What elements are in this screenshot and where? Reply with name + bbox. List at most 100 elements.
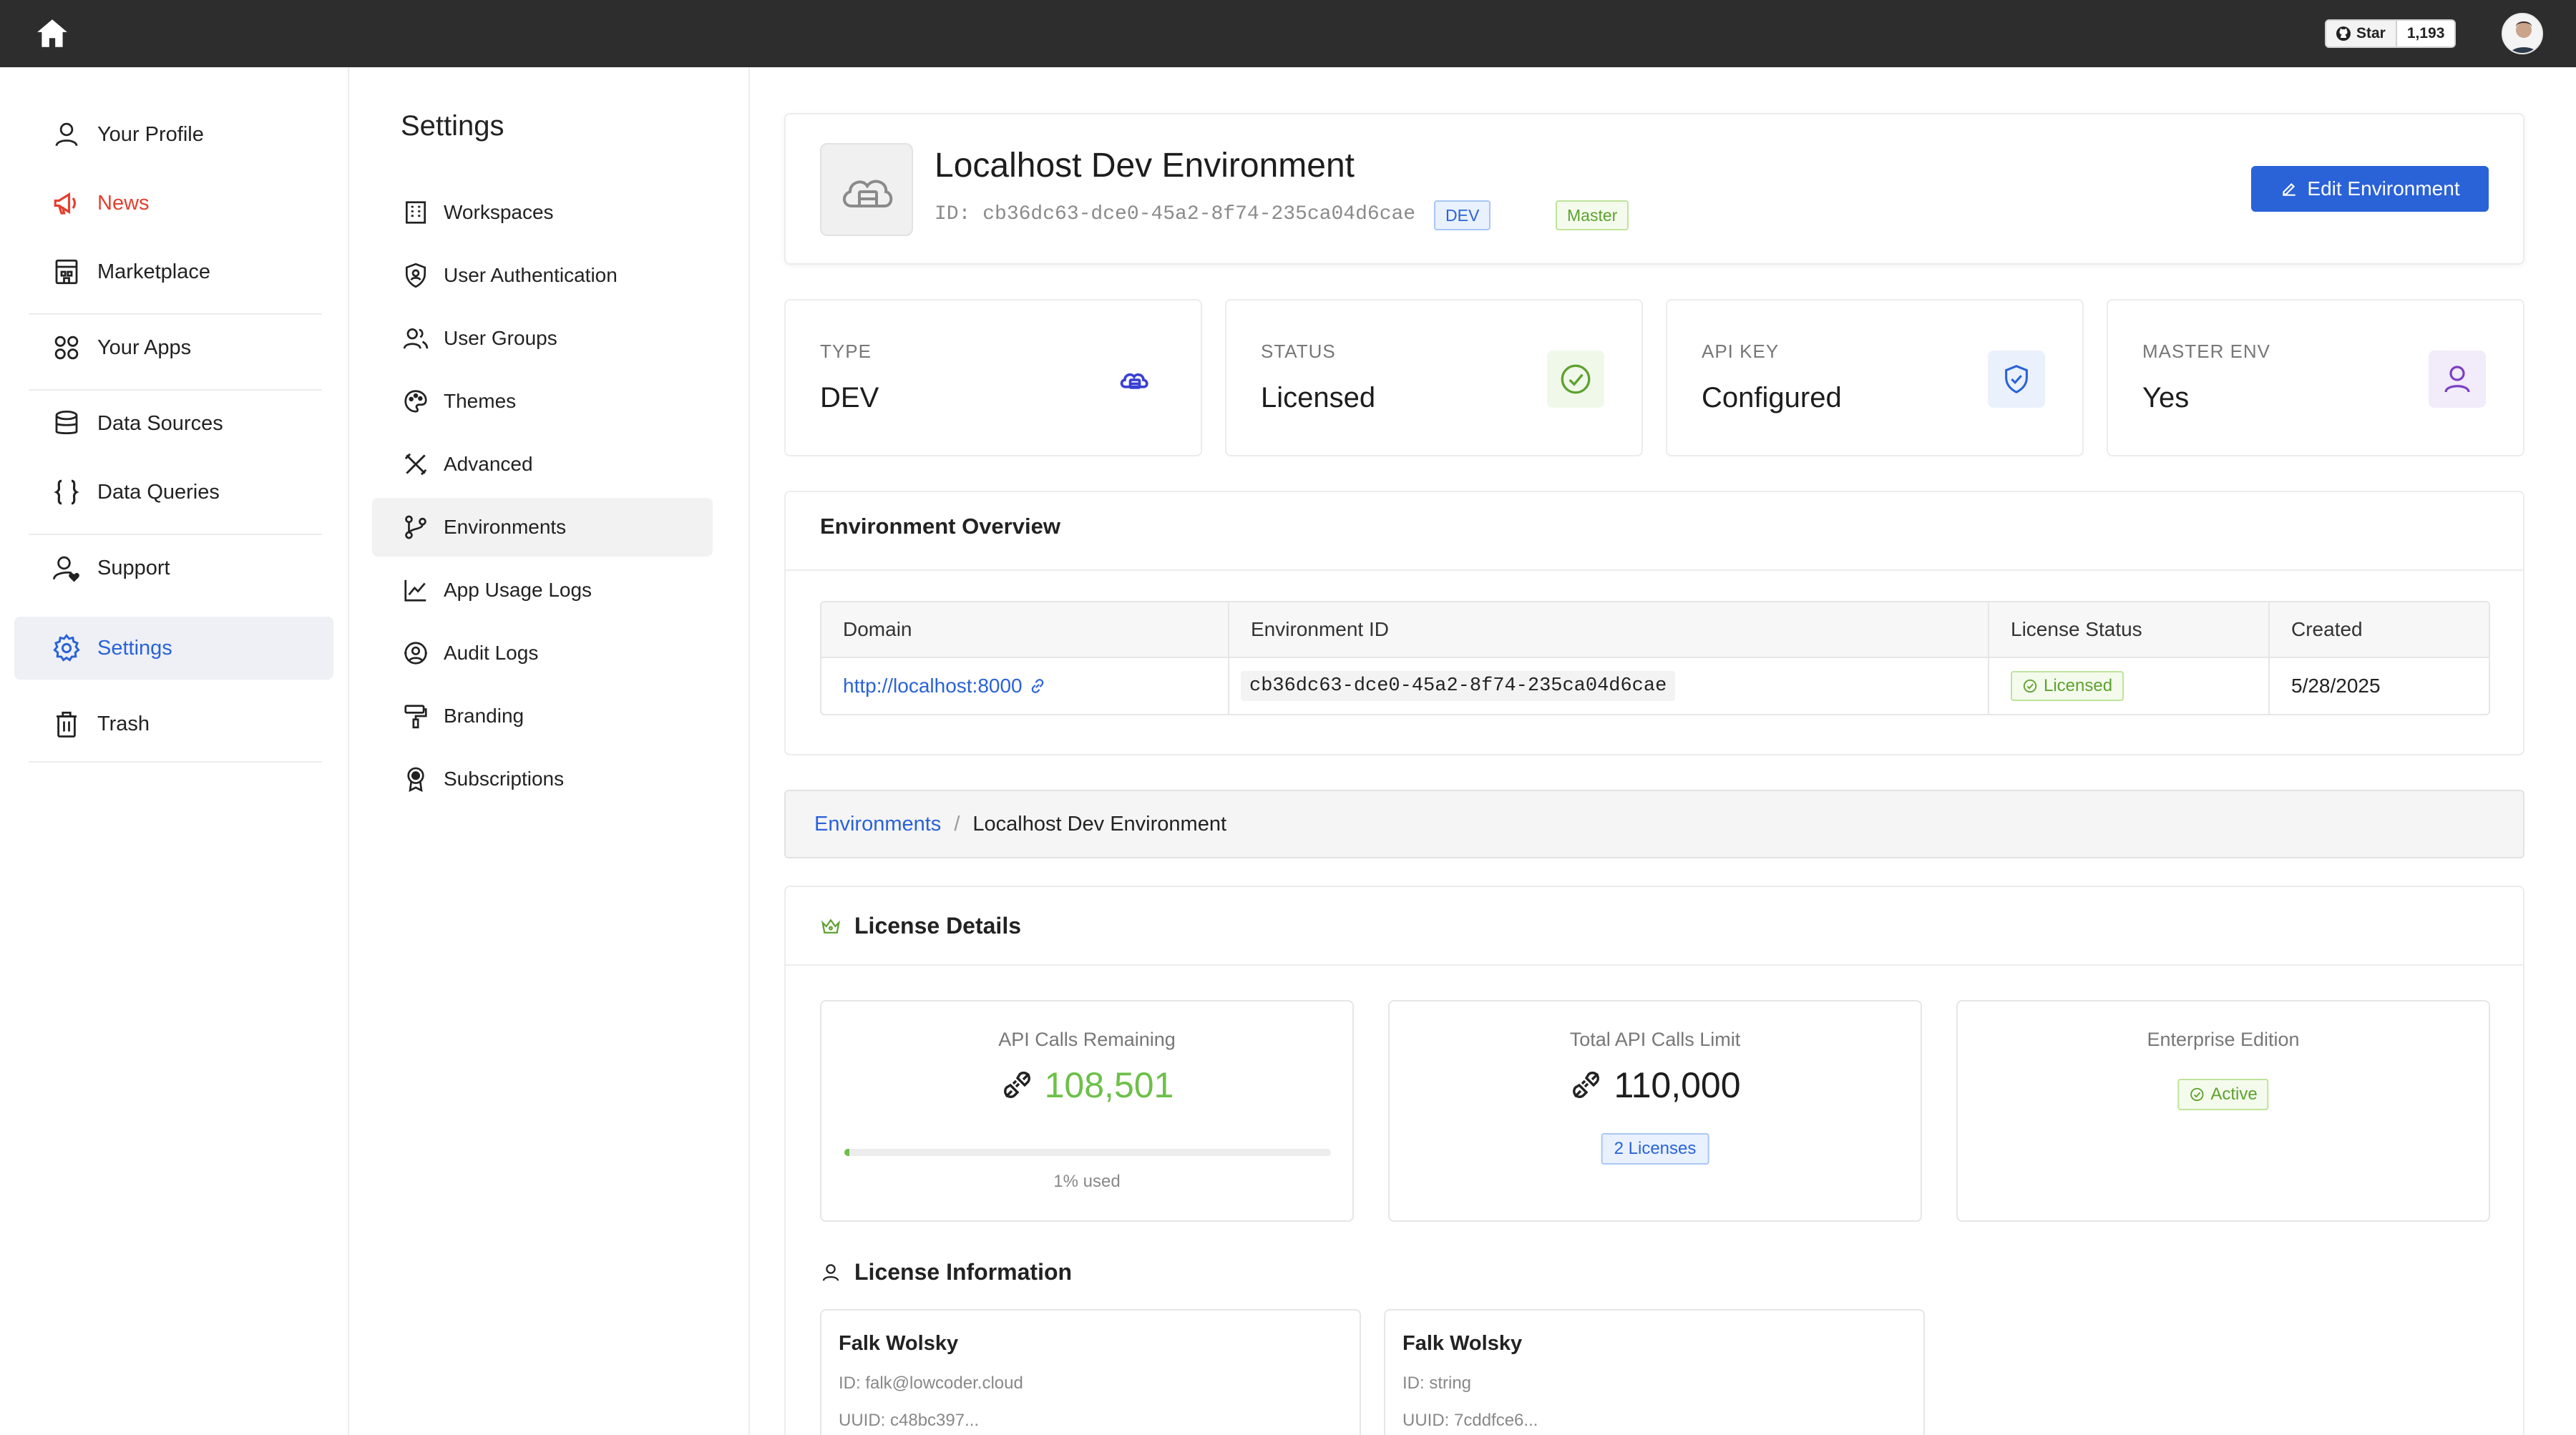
stat-label: MASTER ENV [2142,341,2271,362]
stat-value: Yes [2142,382,2190,413]
settings-item-audit-logs[interactable]: Audit Logs [372,624,713,682]
avatar[interactable] [2502,13,2543,54]
sidebar-item-news[interactable]: News [14,172,333,235]
branch-icon [402,514,429,541]
license-information-header: License Information [820,1259,1072,1285]
sidebar-item-data-queries[interactable]: Data Queries [14,461,333,524]
settings-nav: Settings Workspaces User Authentication … [349,67,750,1435]
divider [786,569,2523,571]
created-cell: 5/28/2025 [2291,675,2381,697]
tools-icon [402,451,429,478]
sidebar-item-label: Trash [97,712,150,735]
breadcrumb-parent-link[interactable]: Environments [814,813,941,836]
check-circle-icon [2022,678,2038,694]
settings-item-label: Environments [444,516,567,538]
settings-item-label: User Authentication [444,264,618,286]
gear-icon [52,633,82,663]
megaphone-icon [52,188,82,218]
github-star-button[interactable]: Star 1,193 [2325,19,2457,48]
kpi-label: Total API Calls Limit [1569,1029,1741,1050]
stat-card-api-key: API KEY Configured [1666,299,2084,456]
database-icon [52,408,82,439]
cloud-server-icon [820,143,913,236]
kpi-label: Enterprise Edition [2147,1029,2300,1050]
github-star-count: 1,193 [2406,25,2445,41]
divider [786,964,2523,966]
kpi-total-api-calls: Total API Calls Limit 110,000 2 Licenses [1388,1000,1922,1222]
settings-item-workspaces[interactable]: Workspaces [372,183,713,242]
license-details-card: License Details API Calls Remaining 108,… [784,886,2524,1435]
license-holder-name: Falk Wolsky [839,1332,959,1355]
store-icon [52,257,82,287]
check-circle-icon [1547,351,1604,408]
license-holder-name: Falk Wolsky [1402,1332,1523,1355]
main-sidebar: Your Profile News Marketplace Your Apps … [0,67,349,1435]
license-status-badge: Licensed [2011,671,2124,701]
audit-icon [402,640,429,667]
sidebar-item-label: Your Apps [97,336,192,359]
edit-environment-label: Edit Environment [2307,177,2460,200]
table-row: http://localhost:8000 cb36dc63-dce0-45a2… [821,658,2489,714]
sidebar-item-label: Data Sources [97,411,223,435]
sidebar-item-your-profile[interactable]: Your Profile [14,103,333,166]
edit-icon [2280,180,2298,198]
license-holder-uuid: UUID: 7cddfce6... [1402,1411,1538,1430]
settings-item-themes[interactable]: Themes [372,372,713,431]
settings-item-label: User Groups [444,327,557,349]
master-tag: Master [1556,200,1629,230]
kpi-value: 110,000 [1390,1064,1921,1106]
sidebar-item-marketplace[interactable]: Marketplace [14,240,333,303]
column-header: Created [2291,618,2363,640]
license-details-header: License Details [820,913,1021,939]
table-header-row: Domain Environment ID License Status Cre… [821,602,2489,658]
environment-title: Localhost Dev Environment [935,147,1355,185]
github-star-label: Star [2356,25,2386,41]
link-icon [1028,677,1047,695]
license-status-text: Licensed [2044,676,2113,695]
api-usage-text: 1% used [1053,1172,1121,1191]
sidebar-item-settings[interactable]: Settings [14,617,333,680]
settings-item-label: Themes [444,390,517,412]
award-icon [402,765,429,793]
sidebar-item-label: Data Queries [97,480,220,504]
support-user-icon [52,553,82,583]
kpi-label: API Calls Remaining [998,1029,1176,1050]
home-icon[interactable] [34,16,70,52]
settings-item-user-groups[interactable]: User Groups [372,309,713,368]
settings-item-advanced[interactable]: Advanced [372,435,713,494]
edit-environment-button[interactable]: Edit Environment [2251,166,2489,212]
stat-value: DEV [820,382,879,413]
license-details-title: License Details [854,913,1021,939]
paint-roller-icon [402,702,429,730]
license-holder-card: Falk Wolsky ID: string UUID: 7cddfce6... [1384,1309,1925,1435]
check-circle-icon [2189,1087,2205,1102]
stat-label: API KEY [1702,341,1780,362]
settings-item-environments[interactable]: Environments [372,498,713,557]
settings-item-label: App Usage Logs [444,579,592,601]
licenses-count-badge: 2 Licenses [1601,1133,1709,1165]
stat-card-type: TYPE DEV [784,299,1202,456]
api-plug-icon [1569,1068,1604,1102]
trash-icon [52,709,82,739]
license-holder-uuid: UUID: c48bc397... [839,1411,980,1430]
settings-item-user-authentication[interactable]: User Authentication [372,246,713,305]
sidebar-item-label: Marketplace [97,260,210,283]
enterprise-status-badge: Active [2177,1079,2269,1110]
sidebar-item-trash[interactable]: Trash [14,692,333,755]
sidebar-item-data-sources[interactable]: Data Sources [14,392,333,455]
settings-item-branding[interactable]: Branding [372,687,713,745]
license-holder-id: ID: falk@lowcoder.cloud [839,1373,1023,1393]
stat-value: Configured [1702,382,1842,413]
main-content: Localhost Dev Environment ID: cb36dc63-d… [750,67,2576,1435]
domain-link[interactable]: http://localhost:8000 [843,675,1023,697]
cloud-server-icon [1106,351,1163,408]
settings-item-app-usage-logs[interactable]: App Usage Logs [372,561,713,619]
user-icon [52,119,82,150]
divider [29,534,322,535]
sidebar-item-support[interactable]: Support [14,537,333,599]
line-chart-icon [402,577,429,604]
sidebar-item-label: Settings [97,636,172,660]
sidebar-item-your-apps[interactable]: Your Apps [14,316,333,379]
environment-id-value: cb36dc63-dce0-45a2-8f74-235ca04d6cae [1241,671,1676,701]
settings-item-subscriptions[interactable]: Subscriptions [372,750,713,808]
